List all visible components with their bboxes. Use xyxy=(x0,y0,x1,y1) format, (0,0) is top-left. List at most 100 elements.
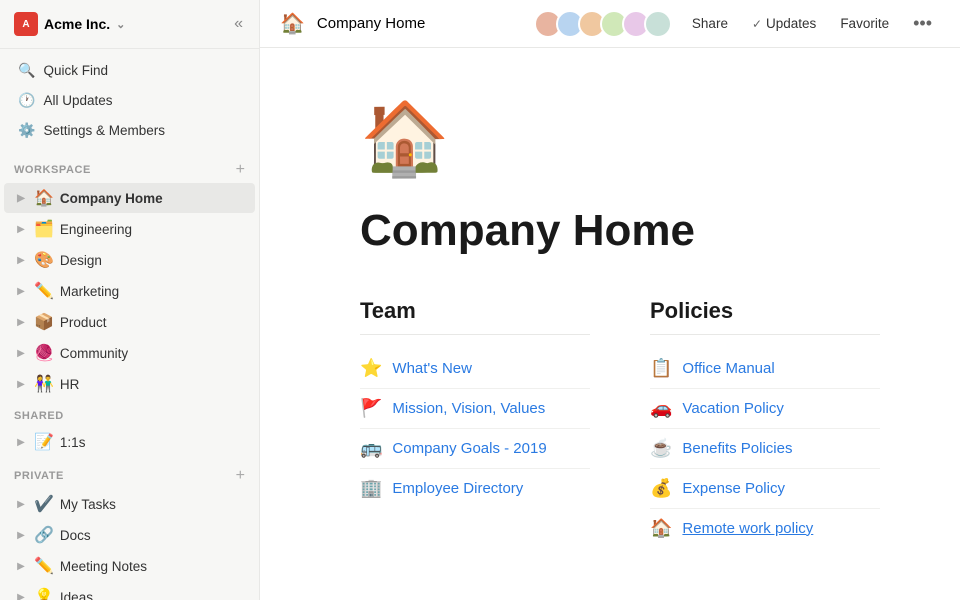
goals-link: Company Goals - 2019 xyxy=(392,440,546,457)
hr-emoji: 👫 xyxy=(34,374,54,394)
share-button[interactable]: Share xyxy=(684,12,736,35)
marketing-label: Marketing xyxy=(60,284,119,299)
main-area: 🏠 Company Home Share ✓ Updates Favorite … xyxy=(260,0,960,600)
docs-emoji: 🔗 xyxy=(34,525,54,545)
my-tasks-label: My Tasks xyxy=(60,497,116,512)
topbar-actions: Share ✓ Updates Favorite ••• xyxy=(684,9,940,38)
community-emoji: 🧶 xyxy=(34,343,54,363)
flag-icon: 🚩 xyxy=(360,398,382,419)
sidebar-header: A Acme Inc. ⌄ « xyxy=(0,0,259,49)
settings-item[interactable]: ⚙️ Settings & Members xyxy=(4,116,255,145)
gear-icon: ⚙️ xyxy=(18,122,35,139)
workspace-label: Acme Inc. xyxy=(44,16,110,32)
policies-list: 📋 Office Manual 🚗 Vacation Policy ☕ Bene… xyxy=(650,349,880,548)
more-options-button[interactable]: ••• xyxy=(905,9,940,38)
workspace-logo: A xyxy=(14,12,38,36)
list-item[interactable]: 🚌 Company Goals - 2019 xyxy=(360,429,590,469)
shared-section-label: SHARED xyxy=(0,400,259,426)
workspace-chevron-icon: ⌄ xyxy=(116,18,125,31)
sidebar-item-product[interactable]: ▶ 📦 Product xyxy=(4,307,255,337)
quick-find-item[interactable]: 🔍 Quick Find xyxy=(4,56,255,85)
topbar-page-title: Company Home xyxy=(317,15,528,32)
money-icon: 💰 xyxy=(650,478,672,499)
sidebar-item-community[interactable]: ▶ 🧶 Community xyxy=(4,338,255,368)
sidebar-item-1-1s[interactable]: ▶ 📝 1:1s xyxy=(4,427,255,457)
my-tasks-emoji: ✔️ xyxy=(34,494,54,514)
workspace-name[interactable]: A Acme Inc. ⌄ xyxy=(14,12,125,36)
list-item[interactable]: 🏢 Employee Directory xyxy=(360,469,590,508)
list-item[interactable]: 💰 Expense Policy xyxy=(650,469,880,509)
list-item[interactable]: ☕ Benefits Policies xyxy=(650,429,880,469)
sections-row: Team ⭐ What's New 🚩 Mission, Vision, Val… xyxy=(360,298,880,548)
clipboard-icon: 📋 xyxy=(650,358,672,379)
private-section-label: PRIVATE + xyxy=(0,458,259,488)
expand-arrow-icon: ▶ xyxy=(14,286,28,297)
search-icon: 🔍 xyxy=(18,62,35,79)
all-updates-label: All Updates xyxy=(43,93,112,108)
remote-work-link: Remote work policy xyxy=(682,520,813,537)
settings-label: Settings & Members xyxy=(43,123,165,138)
sidebar-item-meeting-notes[interactable]: ▶ ✏️ Meeting Notes xyxy=(4,551,255,581)
design-emoji: 🎨 xyxy=(34,250,54,270)
engineering-label: Engineering xyxy=(60,222,132,237)
mission-link: Mission, Vision, Values xyxy=(392,400,545,417)
sidebar-item-hr[interactable]: ▶ 👫 HR xyxy=(4,369,255,399)
private-items: ▶ ✔️ My Tasks ▶ 🔗 Docs ▶ ✏️ Meeting Note… xyxy=(0,488,259,600)
team-section: Team ⭐ What's New 🚩 Mission, Vision, Val… xyxy=(360,298,590,548)
list-item[interactable]: 🚗 Vacation Policy xyxy=(650,389,880,429)
hr-label: HR xyxy=(60,377,80,392)
list-item[interactable]: 📋 Office Manual xyxy=(650,349,880,389)
company-home-label: Company Home xyxy=(60,191,163,206)
page-hero-icon: 🏠 xyxy=(360,96,880,181)
car-icon: 🚗 xyxy=(650,398,672,419)
all-updates-item[interactable]: 🕐 All Updates xyxy=(4,86,255,115)
product-label: Product xyxy=(60,315,107,330)
list-item[interactable]: ⭐ What's New xyxy=(360,349,590,389)
sidebar-item-docs[interactable]: ▶ 🔗 Docs xyxy=(4,520,255,550)
engineering-emoji: 🗂️ xyxy=(34,219,54,239)
company-home-emoji: 🏠 xyxy=(34,188,54,208)
list-item[interactable]: 🚩 Mission, Vision, Values xyxy=(360,389,590,429)
expand-arrow-icon: ▶ xyxy=(14,193,28,204)
ideas-emoji: 💡 xyxy=(34,587,54,600)
workspace-items: ▶ 🏠 Company Home ▶ 🗂️ Engineering ▶ 🎨 De… xyxy=(0,182,259,400)
avatar-6 xyxy=(644,10,672,38)
house-icon: 🏠 xyxy=(650,518,672,539)
expand-arrow-icon: ▶ xyxy=(14,317,28,328)
team-list: ⭐ What's New 🚩 Mission, Vision, Values 🚌… xyxy=(360,349,590,508)
updates-button[interactable]: ✓ Updates xyxy=(744,12,824,35)
expand-arrow-icon: ▶ xyxy=(14,255,28,266)
quick-find-label: Quick Find xyxy=(43,63,108,78)
sidebar-item-marketing[interactable]: ▶ ✏️ Marketing xyxy=(4,276,255,306)
star-icon: ⭐ xyxy=(360,358,382,379)
workspace-section-label: WORKSPACE + xyxy=(0,152,259,182)
expand-arrow-icon: ▶ xyxy=(14,561,28,572)
whats-new-link: What's New xyxy=(392,360,472,377)
clock-icon: 🕐 xyxy=(18,92,35,109)
expand-arrow-icon: ▶ xyxy=(14,348,28,359)
ideas-label: Ideas xyxy=(60,590,93,600)
list-item[interactable]: 🏠 Remote work policy xyxy=(650,509,880,548)
sidebar-item-ideas[interactable]: ▶ 💡 Ideas xyxy=(4,582,255,600)
1-1s-label: 1:1s xyxy=(60,435,86,450)
page-title: Company Home xyxy=(360,205,880,258)
updates-label: Updates xyxy=(766,16,816,31)
sidebar-item-design[interactable]: ▶ 🎨 Design xyxy=(4,245,255,275)
sidebar-item-engineering[interactable]: ▶ 🗂️ Engineering xyxy=(4,214,255,244)
favorite-button[interactable]: Favorite xyxy=(832,12,897,35)
sidebar-collapse-button[interactable]: « xyxy=(232,13,245,35)
expand-arrow-icon: ▶ xyxy=(14,592,28,600)
product-emoji: 📦 xyxy=(34,312,54,332)
topbar: 🏠 Company Home Share ✓ Updates Favorite … xyxy=(260,0,960,48)
marketing-emoji: ✏️ xyxy=(34,281,54,301)
content-area: 🏠 Company Home Team ⭐ What's New 🚩 Missi… xyxy=(260,48,960,600)
expand-arrow-icon: ▶ xyxy=(14,530,28,541)
sidebar-item-company-home[interactable]: ▶ 🏠 Company Home xyxy=(4,183,255,213)
meeting-notes-emoji: ✏️ xyxy=(34,556,54,576)
workspace-add-button[interactable]: + xyxy=(236,162,245,178)
team-heading: Team xyxy=(360,298,590,335)
private-add-button[interactable]: + xyxy=(236,468,245,484)
expand-arrow-icon: ▶ xyxy=(14,437,28,448)
sidebar-item-my-tasks[interactable]: ▶ ✔️ My Tasks xyxy=(4,489,255,519)
check-icon: ✓ xyxy=(752,17,762,31)
